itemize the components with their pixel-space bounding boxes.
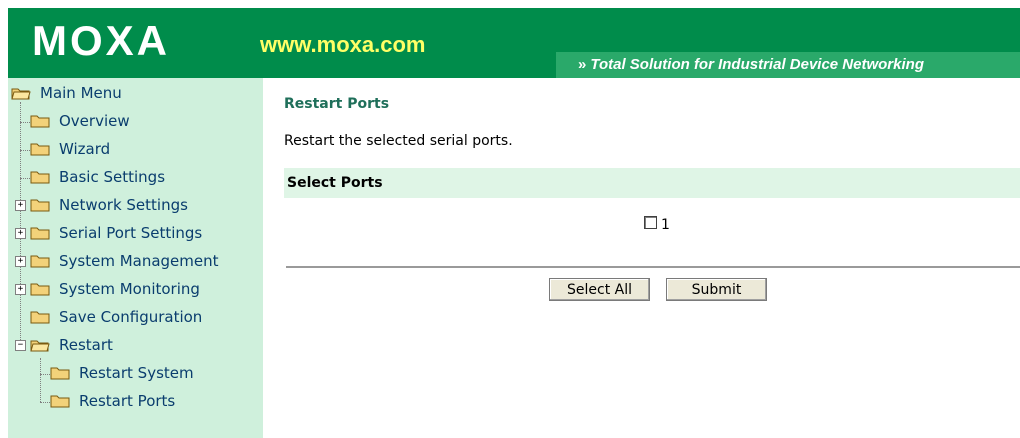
open-folder-icon bbox=[11, 86, 31, 100]
site-url[interactable]: www.moxa.com bbox=[260, 33, 425, 57]
port-1-checkbox[interactable] bbox=[644, 215, 657, 229]
tree-line bbox=[40, 402, 50, 403]
folder-icon bbox=[30, 282, 50, 296]
sidebar-item-serial-port-settings[interactable]: Serial Port Settings bbox=[30, 222, 202, 244]
sidebar-item-label: Serial Port Settings bbox=[59, 224, 203, 242]
sidebar-item-label: Restart Ports bbox=[79, 392, 176, 410]
sidebar-item-wizard[interactable]: Wizard bbox=[30, 138, 110, 160]
sidebar-item-restart[interactable]: Restart bbox=[30, 334, 113, 356]
header-banner: MOXA www.moxa.com » Total Solution for In… bbox=[8, 8, 1020, 78]
submit-button[interactable]: Submit bbox=[666, 278, 767, 301]
sidebar-item-network-settings[interactable]: Network Settings bbox=[30, 194, 188, 216]
expand-icon[interactable]: + bbox=[15, 200, 26, 211]
sidebar-item-system-management[interactable]: System Management bbox=[30, 250, 219, 272]
tree-line bbox=[20, 122, 30, 123]
folder-icon bbox=[30, 114, 50, 128]
folder-icon bbox=[30, 170, 50, 184]
section-header: Select Ports bbox=[284, 168, 1020, 198]
moxa-logo: MOXA bbox=[32, 17, 170, 64]
sidebar-item-main-menu[interactable]: Main Menu bbox=[11, 82, 122, 104]
tagline-text: Total Solution for Industrial Device Net… bbox=[590, 56, 924, 73]
collapse-icon[interactable]: − bbox=[15, 340, 26, 351]
sidebar-item-system-monitoring[interactable]: System Monitoring bbox=[30, 278, 200, 300]
tree-line bbox=[40, 358, 41, 402]
select-all-button[interactable]: Select All bbox=[549, 278, 650, 301]
folder-icon bbox=[30, 310, 50, 324]
tree-line bbox=[20, 150, 30, 151]
sidebar-item-label: Basic Settings bbox=[59, 168, 166, 186]
divider bbox=[286, 266, 1020, 268]
sidebar-menu: Main Menu Overview Wizard Basic Settings… bbox=[8, 78, 263, 438]
sidebar-item-label: Save Configuration bbox=[59, 308, 203, 326]
sidebar-item-label: Overview bbox=[59, 112, 130, 130]
sidebar-item-basic-settings[interactable]: Basic Settings bbox=[30, 166, 165, 188]
expand-icon[interactable]: + bbox=[15, 284, 26, 295]
sidebar-item-label: Network Settings bbox=[59, 196, 188, 214]
tree-line bbox=[20, 102, 21, 348]
port-1-label: 1 bbox=[661, 217, 670, 233]
section-title: Select Ports bbox=[287, 175, 383, 191]
page-description: Restart the selected serial ports. bbox=[284, 133, 513, 149]
open-folder-icon bbox=[30, 338, 50, 352]
sidebar-item-label: Main Menu bbox=[40, 84, 122, 102]
double-arrow-icon: » bbox=[578, 56, 586, 73]
sidebar-item-restart-system[interactable]: Restart System bbox=[50, 362, 194, 384]
folder-icon bbox=[30, 226, 50, 240]
page-title: Restart Ports bbox=[284, 96, 390, 112]
sidebar-item-overview[interactable]: Overview bbox=[30, 110, 130, 132]
folder-icon bbox=[30, 198, 50, 212]
tagline: » Total Solution for Industrial Device Ne… bbox=[578, 56, 924, 74]
tree-line bbox=[20, 178, 30, 179]
expand-icon[interactable]: + bbox=[15, 228, 26, 239]
sidebar-item-label: Restart bbox=[59, 336, 113, 354]
folder-icon bbox=[50, 366, 70, 380]
folder-icon bbox=[30, 142, 50, 156]
sidebar-item-label: System Monitoring bbox=[59, 280, 200, 298]
expand-icon[interactable]: + bbox=[15, 256, 26, 267]
main-content: Restart Ports Restart the selected seria… bbox=[263, 78, 1020, 438]
sidebar-item-label: Restart System bbox=[79, 364, 194, 382]
port-option[interactable]: 1 bbox=[644, 214, 670, 233]
sidebar-item-save-configuration[interactable]: Save Configuration bbox=[30, 306, 202, 328]
tree-line bbox=[40, 374, 50, 375]
sidebar-item-label: System Management bbox=[59, 252, 219, 270]
sidebar-item-restart-ports[interactable]: Restart Ports bbox=[50, 390, 175, 412]
folder-icon bbox=[50, 394, 70, 408]
sidebar-item-label: Wizard bbox=[59, 140, 111, 158]
folder-icon bbox=[30, 254, 50, 268]
